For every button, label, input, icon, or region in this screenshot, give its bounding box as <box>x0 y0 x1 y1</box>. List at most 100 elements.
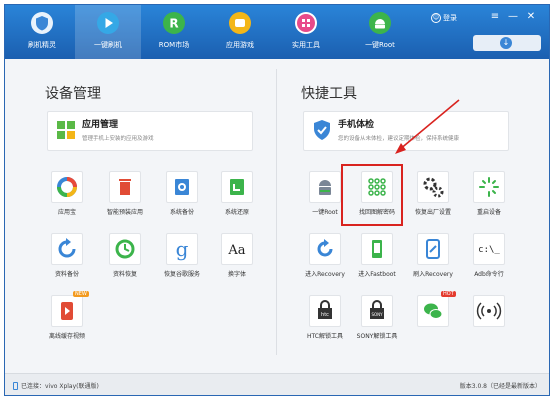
tile-label: 系统备份 <box>169 209 194 216</box>
android-icon <box>369 12 391 34</box>
tile-restore-google[interactable]: g 恢复谷歌服务 <box>158 233 206 287</box>
tile-label: 应用宝 <box>57 209 76 216</box>
app-window: 刷机精灵 一键刷机 R ROM市场 应用游戏 实用工具 一键Root ☺ 登录 … <box>4 4 550 396</box>
tile-wireless[interactable] <box>465 295 513 349</box>
nav-label: 刷机精灵 <box>28 41 56 49</box>
terminal-icon: c:\_ <box>478 245 500 255</box>
tile-video-cache[interactable]: NEW 离线缓存视频 <box>43 291 91 349</box>
nav-label: 应用游戏 <box>226 41 254 49</box>
app-store-icon <box>57 177 77 197</box>
tile-label: HTC解锁工具 <box>306 333 343 340</box>
card-title: 手机体检 <box>338 120 375 130</box>
tile-app-store[interactable]: 应用宝 <box>43 171 91 225</box>
tile-label: Adb命令行 <box>474 271 504 278</box>
tile-preinstalled-apps[interactable]: 智能预装应用 <box>101 171 149 225</box>
section-divider <box>276 69 277 355</box>
login-link[interactable]: ☺ 登录 <box>431 13 457 23</box>
svg-text:Aa: Aa <box>227 243 245 258</box>
menu-button[interactable]: ≡ <box>489 11 501 23</box>
svg-text:c:\_: c:\_ <box>478 245 500 255</box>
tile-data-backup[interactable]: 资料备份 <box>43 233 91 287</box>
tile-wechat[interactable]: HOT <box>409 291 457 349</box>
tile-system-backup[interactable]: 系统备份 <box>158 171 206 225</box>
card-desc: 您的设备从未体检，建议定期体检，保持系统健康 <box>338 136 460 142</box>
apps-icon <box>229 12 251 34</box>
tile-label: 重启设备 <box>476 209 501 216</box>
shield-logo-icon <box>31 12 53 34</box>
tile-reboot-device[interactable]: 重启设备 <box>465 171 513 225</box>
nav-utilities[interactable]: 实用工具 <box>273 5 339 59</box>
svg-text:R: R <box>169 17 178 31</box>
font-icon: Aa <box>227 243 245 258</box>
nav-label: 一键刷机 <box>94 41 122 49</box>
nav-one-click-flash[interactable]: 一键刷机 <box>75 5 141 59</box>
status-bar: 已连接：vivo Xplay(联通版) 版本3.0.8（已经是最新版本） <box>5 373 549 395</box>
recovery-icon <box>317 239 333 257</box>
top-nav: 刷机精灵 一键刷机 R ROM市场 应用游戏 实用工具 一键Root ☺ 登录 … <box>5 5 549 59</box>
phone-checkup-card[interactable]: 手机体检 您的设备从未体检，建议定期体检，保持系统健康 <box>303 111 509 151</box>
tile-factory-reset[interactable]: 恢复出厂设置 <box>409 171 457 225</box>
tile-enter-recovery[interactable]: 进入Recovery <box>301 233 349 287</box>
video-cache-icon <box>61 302 73 320</box>
tile-label: 换字体 <box>227 271 246 278</box>
system-backup-icon <box>175 179 189 195</box>
reboot-icon <box>479 177 499 197</box>
data-backup-icon <box>58 238 76 258</box>
svg-text:SONY: SONY <box>371 312 383 317</box>
tile-label: 智能预装应用 <box>106 209 143 216</box>
tile-label: 系统还原 <box>224 209 249 216</box>
wechat-icon <box>424 303 443 319</box>
app-management-card[interactable]: 应用管理 管理手机上安装的应用及游戏 <box>47 111 253 151</box>
card-desc: 管理手机上安装的应用及游戏 <box>82 136 154 142</box>
annotation-highlight-box <box>341 164 403 226</box>
connection-status: 已连接：vivo Xplay(联通版) <box>13 381 99 390</box>
sony-unlock-icon: SONY <box>370 300 384 319</box>
puzzle-icon <box>54 118 78 142</box>
tile-label: 进入Fastboot <box>358 271 396 278</box>
new-badge: NEW <box>73 291 89 297</box>
tile-data-restore[interactable]: 资料恢复 <box>101 233 149 287</box>
tools-section-title: 快捷工具 <box>301 86 357 102</box>
tile-label: 刷入Recovery <box>413 271 453 278</box>
factory-reset-icon <box>423 177 444 198</box>
play-icon <box>97 12 119 34</box>
flash-recovery-icon <box>426 239 440 259</box>
trash-icon <box>119 179 131 195</box>
close-button[interactable]: ✕ <box>525 11 537 23</box>
tile-label: 离线缓存视频 <box>48 333 85 340</box>
nav-label: 一键Root <box>365 41 395 49</box>
nav-apps-games[interactable]: 应用游戏 <box>207 5 273 59</box>
nav-home[interactable]: 刷机精灵 <box>9 5 75 59</box>
tile-change-font[interactable]: Aa 换字体 <box>213 233 261 287</box>
htc-unlock-icon: htc <box>318 300 332 319</box>
data-restore-icon <box>115 239 135 259</box>
download-icon: ↓ <box>500 37 512 49</box>
hot-badge: HOT <box>441 291 456 297</box>
google-icon: g <box>176 237 189 261</box>
rom-r-icon: R <box>163 12 185 34</box>
nav-label: ROM市场 <box>158 41 190 49</box>
nav-one-click-root[interactable]: 一键Root <box>347 5 413 59</box>
fastboot-icon <box>372 240 382 258</box>
android-root-icon <box>319 180 331 195</box>
tile-label: 资料备份 <box>54 271 79 278</box>
tile-system-restore[interactable]: 系统还原 <box>213 171 261 225</box>
minimize-button[interactable]: — <box>507 11 519 23</box>
nav-label: 实用工具 <box>292 41 320 49</box>
phone-icon <box>13 381 18 390</box>
tile-label: 进入Recovery <box>305 271 345 278</box>
user-icon: ☺ <box>431 13 441 23</box>
card-title: 应用管理 <box>82 120 119 130</box>
window-controls: ☺ 登录 ≡ — ✕ ↓ <box>423 9 543 55</box>
tile-flash-recovery[interactable]: 刷入Recovery <box>409 233 457 287</box>
tile-adb-command[interactable]: c:\_ Adb命令行 <box>465 233 513 287</box>
tile-htc-unlock[interactable]: htc HTC解锁工具 <box>301 295 349 349</box>
wireless-icon <box>476 302 502 320</box>
system-restore-icon <box>230 179 244 195</box>
svg-text:htc: htc <box>321 312 329 318</box>
nav-rom-market[interactable]: R ROM市场 <box>141 5 207 59</box>
tile-enter-fastboot[interactable]: 进入Fastboot <box>353 233 401 287</box>
version-text: 版本3.0.8（已经是最新版本） <box>459 383 541 390</box>
tile-sony-unlock[interactable]: SONY SONY解锁工具 <box>353 295 401 349</box>
download-manager-button[interactable]: ↓ <box>473 35 541 51</box>
